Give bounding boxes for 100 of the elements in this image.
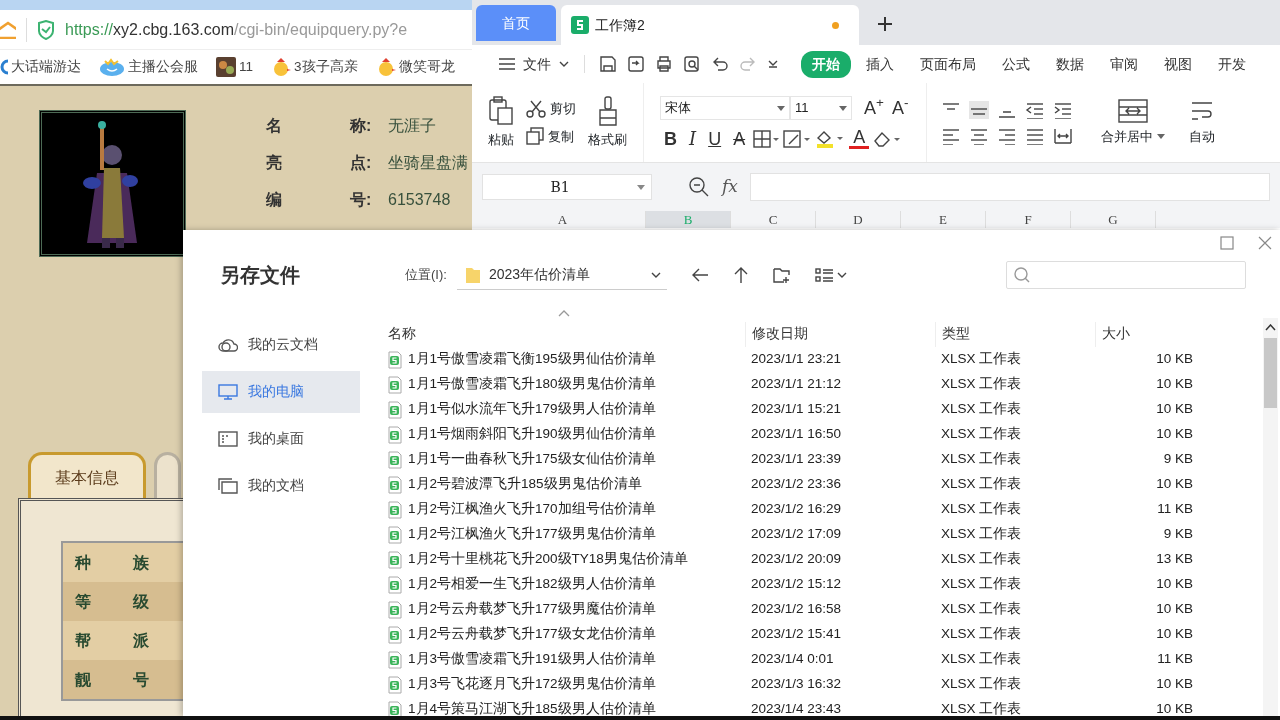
- column-header[interactable]: 名称: [383, 324, 745, 345]
- menu-tab[interactable]: 开发: [1207, 50, 1257, 78]
- sidebar-item[interactable]: 我的云文档: [202, 324, 360, 366]
- align-left-icon[interactable]: [941, 126, 962, 145]
- file-name[interactable]: 1月1号傲雪凌霜飞升180级男鬼估价清单: [408, 374, 656, 395]
- file-name[interactable]: 1月2号碧波潭飞升185级男鬼估价清单: [408, 474, 642, 495]
- tab[interactable]: 工作簿2: [561, 5, 859, 45]
- column-header[interactable]: D: [816, 211, 901, 228]
- file-menu[interactable]: 文件: [488, 50, 580, 78]
- new-folder-icon[interactable]: [772, 267, 791, 283]
- preview-icon[interactable]: [683, 55, 701, 73]
- search-field[interactable]: [1006, 261, 1246, 289]
- wrap-text-button[interactable]: 自动: [1189, 98, 1216, 147]
- menu-tab[interactable]: 审阅: [1099, 50, 1149, 78]
- align-right-icon[interactable]: [997, 126, 1018, 145]
- size-field[interactable]: 11: [790, 96, 852, 120]
- scroll-up-icon[interactable]: [1265, 324, 1276, 331]
- column-header[interactable]: C: [731, 211, 816, 228]
- align-center-icon[interactable]: [969, 126, 990, 145]
- location-dropdown[interactable]: 2023年估价清单: [456, 260, 667, 290]
- bold-button[interactable]: B: [660, 129, 681, 148]
- column-header[interactable]: 修改日期: [745, 322, 935, 347]
- font-field[interactable]: 宋体: [660, 96, 790, 120]
- formula-field[interactable]: [749, 173, 1270, 201]
- bookmark[interactable]: 微笑哥龙: [375, 56, 455, 78]
- decrease-indent-icon[interactable]: [1025, 100, 1046, 119]
- file-name[interactable]: 1月2号云舟载梦飞升177级女龙估价清单: [408, 624, 656, 645]
- bookmark[interactable]: 3孩子高亲: [271, 56, 358, 78]
- close-icon[interactable]: [1258, 236, 1272, 250]
- eraser-icon[interactable]: [873, 129, 902, 148]
- file-name[interactable]: 1月4号策马江湖飞升185级男人估价清单: [408, 699, 656, 716]
- align-middle-icon[interactable]: [969, 100, 990, 119]
- file-type: XLSX 工作表: [940, 700, 1023, 716]
- column-header[interactable]: F: [986, 211, 1071, 228]
- scrollbar[interactable]: [1263, 318, 1278, 716]
- cut-button[interactable]: 剪切: [526, 99, 576, 119]
- grow-font-button[interactable]: A$^{+}$: [860, 99, 888, 117]
- sidebar-item[interactable]: 我的电脑: [202, 371, 360, 413]
- back-arrow-icon[interactable]: [690, 267, 709, 283]
- file-name[interactable]: 1月2号十里桃花飞升200级TY18男鬼估价清单: [408, 549, 688, 570]
- column-header[interactable]: G: [1071, 211, 1156, 228]
- sidebar-item[interactable]: 我的桌面: [202, 418, 360, 460]
- borders-icon[interactable]: [753, 129, 780, 148]
- menu-tab[interactable]: 插入: [855, 50, 905, 78]
- sidebar-item[interactable]: 我的文档: [202, 465, 360, 507]
- file-name[interactable]: 1月2号江枫渔火飞升170加组号估价清单: [408, 499, 656, 520]
- format-painter-button[interactable]: 格式刷: [588, 95, 627, 150]
- justify-icon[interactable]: [1025, 126, 1046, 145]
- copy-button[interactable]: 复制: [526, 126, 576, 146]
- scissors-icon: [526, 99, 546, 118]
- file-type: XLSX 工作表: [940, 375, 1023, 394]
- file-name[interactable]: 1月3号飞花逐月飞升172级男鬼估价清单: [408, 674, 656, 695]
- file-name[interactable]: 1月3号傲雪凌霜飞升191级男人估价清单: [408, 649, 656, 670]
- file-name[interactable]: 1月2号江枫渔火飞升177级男鬼估价清单: [408, 524, 656, 545]
- export-icon[interactable]: [627, 55, 645, 73]
- bookmark[interactable]: 主播公会服: [99, 56, 198, 78]
- fill-format-icon[interactable]: [783, 129, 812, 148]
- up-arrow-icon[interactable]: [732, 266, 749, 284]
- file-name[interactable]: 1月2号云舟载梦飞升177级男魔估价清单: [408, 599, 656, 620]
- column-header[interactable]: 类型: [935, 322, 1095, 347]
- underline-button[interactable]: U: [704, 129, 726, 148]
- font-color-button[interactable]: A: [849, 128, 870, 149]
- file-name[interactable]: 1月2号相爱一生飞升182级男人估价清单: [408, 574, 656, 595]
- field-label: 亮: [266, 153, 283, 173]
- spreadsheet-file-icon: [388, 475, 402, 494]
- paste-button[interactable]: 粘贴: [488, 95, 514, 150]
- scroll-thumb[interactable]: [1264, 338, 1277, 408]
- file-name[interactable]: 1月1号一曲春秋飞升175级女仙估价清单: [408, 449, 656, 470]
- cell-name-field[interactable]: B1: [482, 174, 652, 200]
- view-list-icon[interactable]: [814, 267, 849, 283]
- tab[interactable]: 基本信息: [28, 452, 146, 500]
- dropdown-icon[interactable]: [767, 59, 779, 69]
- zoom-icon[interactable]: [688, 176, 710, 198]
- function-button[interactable]: fx: [722, 174, 738, 200]
- column-header[interactable]: 大小: [1095, 322, 1193, 347]
- distribute-icon[interactable]: [1053, 126, 1074, 145]
- menu-tab[interactable]: 数据: [1045, 50, 1095, 78]
- undo-icon[interactable]: [711, 55, 729, 73]
- bookmark[interactable]: 11: [216, 56, 253, 78]
- add-tab-icon[interactable]: [876, 15, 894, 33]
- merge-center-button[interactable]: 合并居中: [1101, 98, 1166, 147]
- strikethrough-button[interactable]: A: [729, 129, 750, 148]
- menu-tab[interactable]: 公式: [991, 50, 1041, 78]
- increase-indent-icon[interactable]: [1053, 100, 1074, 119]
- menu-tab[interactable]: 页面布局: [909, 50, 987, 78]
- italic-button[interactable]: I: [685, 129, 701, 148]
- file-name[interactable]: 1月1号烟雨斜阳飞升190级男仙估价清单: [408, 424, 656, 445]
- file-name[interactable]: 1月1号似水流年飞升179级男人估价清单: [408, 399, 656, 420]
- save-icon[interactable]: [599, 55, 617, 73]
- field-label: 编: [266, 190, 283, 210]
- column-header[interactable]: E: [901, 211, 986, 228]
- row-label: 靓: [75, 669, 92, 690]
- shrink-font-button[interactable]: A$^{-}$: [887, 99, 913, 117]
- file-name[interactable]: 1月1号傲雪凌霜飞衡195级男仙估价清单: [408, 349, 656, 370]
- tab[interactable]: [154, 452, 181, 500]
- menu-tab[interactable]: 视图: [1153, 50, 1203, 78]
- file-date: 2023/1/2 15:41: [750, 625, 843, 644]
- print-icon[interactable]: [655, 55, 673, 73]
- sort-caret-icon[interactable]: [558, 310, 570, 317]
- bookmark[interactable]: 大话端游达: [0, 56, 81, 78]
